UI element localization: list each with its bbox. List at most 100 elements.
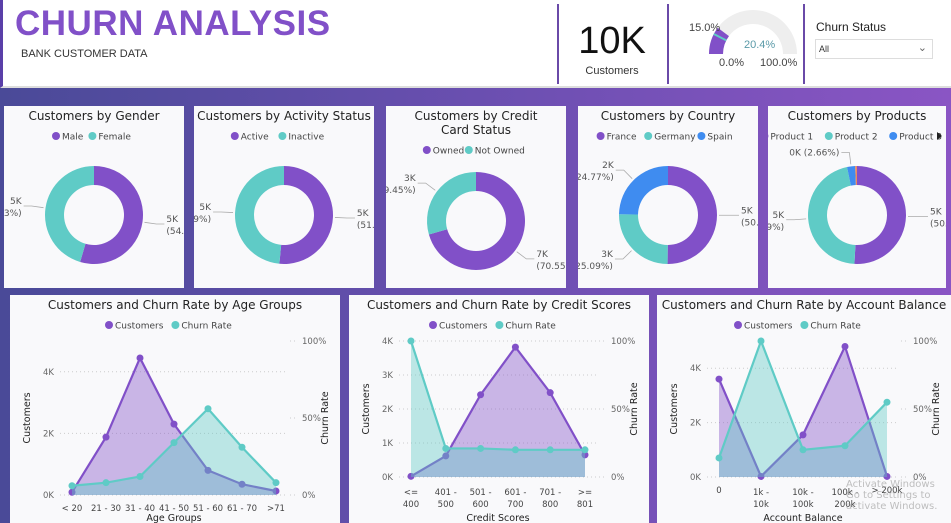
y2-tick-label: 50% <box>611 405 630 415</box>
divider <box>803 4 805 84</box>
data-point <box>407 337 415 345</box>
data-point <box>170 420 178 428</box>
legend-marker <box>278 132 287 140</box>
donut-card: Customers by Products Product 1 Product 2P… <box>768 106 946 288</box>
x-tick-label: 701 - 800 <box>539 488 561 510</box>
data-label: 7K <box>536 250 549 260</box>
data-label: (70.55%) <box>536 262 566 272</box>
data-label: 5K <box>741 206 754 216</box>
y2-tick-label: 0% <box>302 491 316 501</box>
churn-status-dropdown[interactable]: All ⌄ <box>815 39 933 59</box>
data-point <box>511 343 519 351</box>
data-label: (45.43%) <box>4 209 22 219</box>
data-label: 0K (2.66%) <box>789 148 839 158</box>
data-label: 5K <box>199 203 212 213</box>
data-point <box>136 354 144 362</box>
data-label: (50.84%) <box>930 220 946 230</box>
dropdown-value: All <box>819 44 830 54</box>
legend-marker <box>429 321 437 329</box>
data-label: (51.51%) <box>357 221 374 231</box>
y-tick-label: 2K <box>690 419 701 429</box>
x-tick-label: 21 - 30 <box>91 504 121 514</box>
legend-marker <box>464 146 473 154</box>
x-tick-label-line: 10k - <box>792 488 814 498</box>
data-point <box>102 433 110 441</box>
x-tick-label: 0 <box>716 486 721 496</box>
legend-label: Customers <box>439 322 488 332</box>
data-point <box>757 337 765 345</box>
legend-label: Male <box>62 133 84 143</box>
data-point <box>715 375 723 383</box>
y-axis-title: Customers <box>22 392 33 443</box>
data-point <box>799 446 807 454</box>
x-tick-label-line: 401 - <box>435 488 457 498</box>
legend-marker <box>495 321 504 329</box>
donut-slice <box>808 167 856 264</box>
y2-tick-label: 50% <box>913 405 932 415</box>
data-point <box>581 446 589 454</box>
legend-marker <box>422 146 431 154</box>
data-label: 2K <box>602 161 615 171</box>
y2-tick-label: 100% <box>913 337 937 347</box>
x-tick-label-line: 800 <box>542 500 558 510</box>
data-point <box>511 446 519 454</box>
legend-marker <box>697 132 706 140</box>
kpi-customers-label: Customers <box>585 65 639 77</box>
x-tick-label-line: 100k <box>792 500 813 510</box>
gauge-max-label: 100.0% <box>760 57 798 69</box>
donut-slice <box>427 172 476 235</box>
data-point <box>546 446 554 454</box>
donut-card: Customers by Activity Status Active Inacti… <box>194 106 374 288</box>
combo-chart-card: Customers and Churn Rate by Age Groups Cu… <box>10 295 340 523</box>
area-chart: Customers Churn Rate 0K 2K 4K 0% 50% 100% Custom… <box>22 321 331 523</box>
x-tick-label: 501 - 600 <box>470 488 492 510</box>
gauge-value-label: 20.4% <box>744 39 776 51</box>
donut-chart: Owned Not Owned 7K (70.55%) 3K (29.45%) <box>386 146 566 272</box>
legend-label: Owned <box>433 147 464 157</box>
data-point <box>204 405 212 413</box>
data-point <box>272 479 280 487</box>
y2-tick-label: 50% <box>302 414 321 424</box>
donut-slice <box>279 166 334 264</box>
slicer-title: Churn Status <box>816 20 887 34</box>
data-point <box>715 454 723 462</box>
y2-axis-title: Churn Rate <box>931 382 942 435</box>
legend-marker <box>52 132 60 140</box>
legend-label: Churn Rate <box>810 322 861 332</box>
leader-line <box>516 251 535 260</box>
y-axis-title: Customers <box>669 383 680 434</box>
donut-card: Customers by Credit Card Status Owned Not … <box>386 106 566 288</box>
data-label: (25.09%) <box>578 262 613 272</box>
gauge-min-label: 0.0% <box>719 57 745 69</box>
page-title: CHURN ANALYSIS <box>15 4 331 43</box>
y2-tick-label: 100% <box>611 337 635 347</box>
x-tick-label: >71 <box>267 504 285 514</box>
header: CHURN ANALYSIS BANK CUSTOMER DATA 10K Cu… <box>0 0 951 88</box>
legend-label: Germany <box>654 133 696 143</box>
legend-marker <box>734 321 742 329</box>
x-tick-label-line: 801 <box>577 500 593 510</box>
donut-chart: Male Female 5K (54.57%) 5K (45.43%) <box>4 132 184 264</box>
y-tick-label: 2K <box>382 405 393 415</box>
donut-card: Customers by GenderMaleFemale5K(54.57%)5… <box>4 106 184 288</box>
y2-axis-title: Churn Rate <box>320 391 331 444</box>
legend-label: Product 3 <box>899 133 942 143</box>
area-chart: Customers Churn Rate 0K 1K 2K 3K 4K 0% 50% 100% Cu… <box>361 321 640 523</box>
x-tick-label: 61 - 70 <box>227 504 257 514</box>
data-label: (29.45%) <box>386 186 416 196</box>
data-label: 5K <box>773 211 786 221</box>
legend-marker <box>171 321 180 329</box>
activate-windows-watermark: Activate Windows Go to Settings to activa… <box>846 479 950 512</box>
leader-line <box>615 169 633 179</box>
legend-label: Spain <box>707 133 732 143</box>
legend-label: Product 1 <box>770 133 813 143</box>
data-point <box>799 431 807 439</box>
data-point <box>68 482 76 490</box>
leader-line <box>786 218 807 221</box>
legend-marker <box>800 321 809 329</box>
legend-marker <box>88 132 97 140</box>
data-point <box>136 473 144 481</box>
y2-tick-label: 0% <box>611 473 625 483</box>
y-tick-label: 2K <box>43 429 54 439</box>
leader-line <box>334 217 355 219</box>
